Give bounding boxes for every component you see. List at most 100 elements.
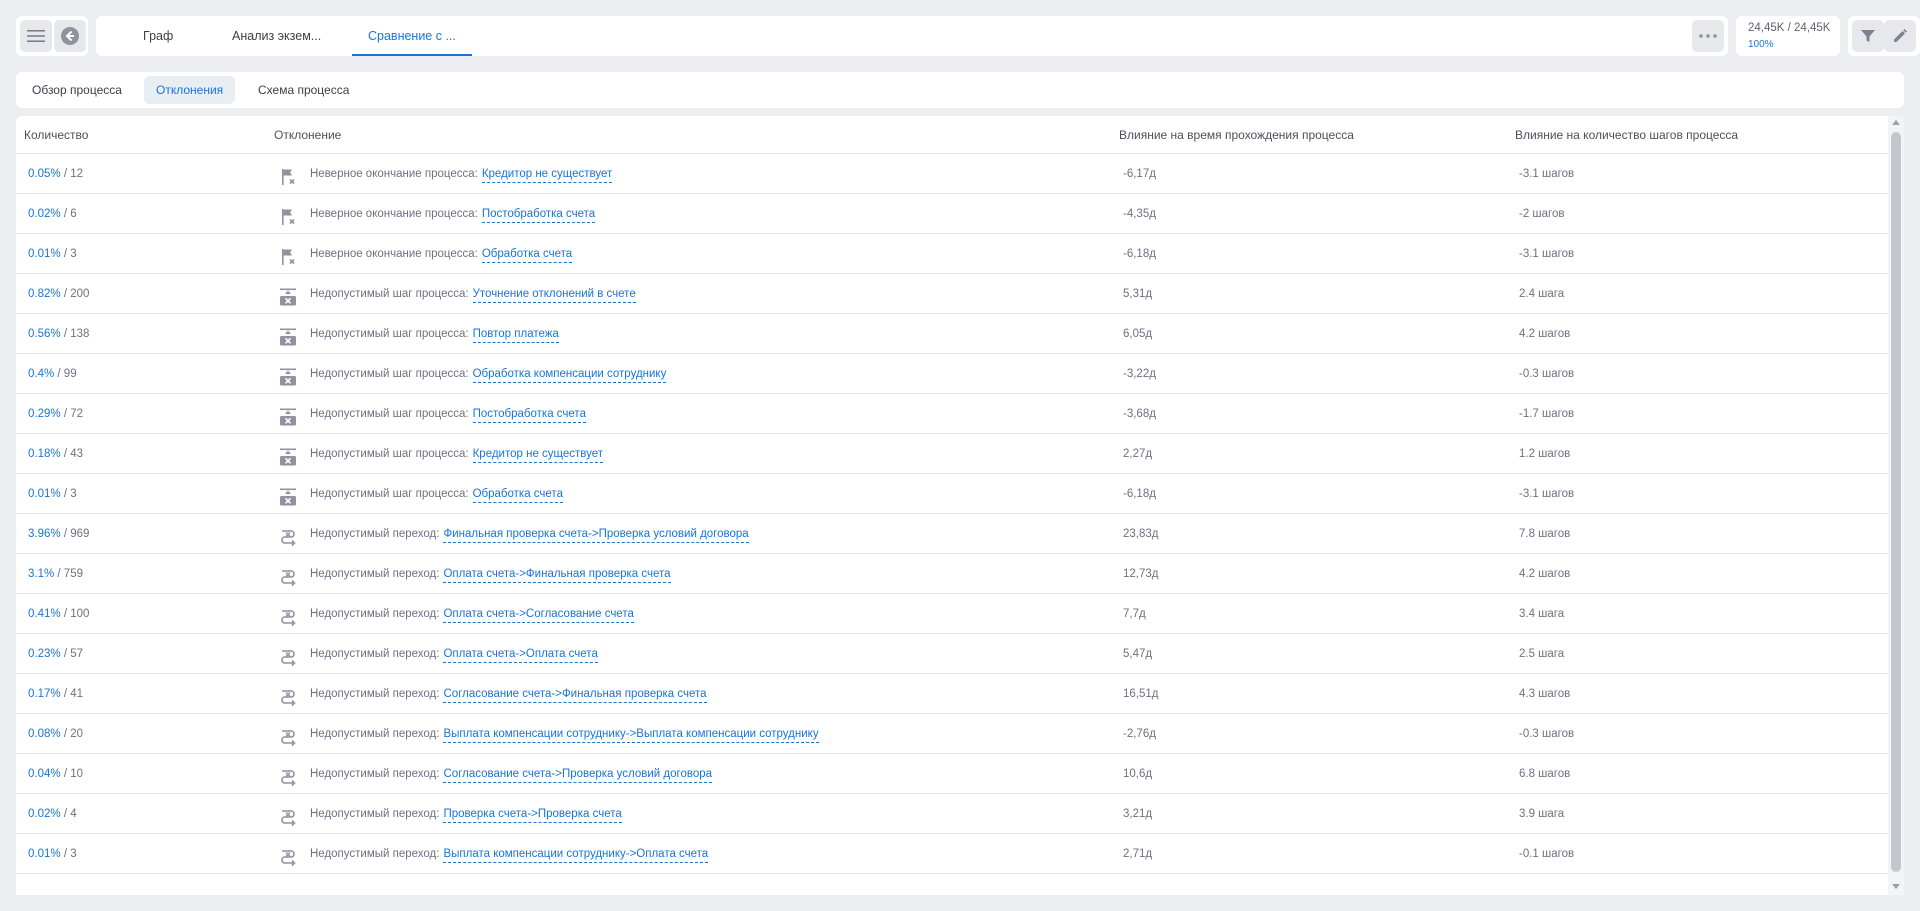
- time-impact-cell: 12,73д: [1123, 568, 1159, 580]
- vertical-scrollbar[interactable]: [1888, 116, 1904, 895]
- count-value: / 3: [63, 488, 77, 500]
- deviation-link[interactable]: Проверка счета->Проверка счета: [443, 807, 622, 823]
- filter-button[interactable]: [1852, 20, 1884, 52]
- deviation-link[interactable]: Повтор платежа: [472, 327, 559, 343]
- percent-value[interactable]: 0.02%: [28, 808, 61, 820]
- percent-value[interactable]: 3.96%: [28, 528, 61, 540]
- deviation-type: Недопустимый шаг процесса:: [310, 448, 469, 460]
- back-button[interactable]: [54, 20, 86, 52]
- deviation-link[interactable]: Постобработка счета: [472, 407, 586, 423]
- flag-x-icon: [278, 244, 298, 265]
- table-row[interactable]: 0.18% / 43 Недопустимый шаг процесса: Кред…: [16, 434, 1888, 474]
- time-impact-cell: -6,18д: [1123, 488, 1156, 500]
- tab-graph[interactable]: Граф: [143, 16, 173, 56]
- edit-button[interactable]: [1884, 20, 1916, 52]
- percent-value[interactable]: 0.29%: [28, 408, 61, 420]
- pencil-icon: [1894, 29, 1907, 42]
- percent-value[interactable]: 0.08%: [28, 728, 61, 740]
- column-header-time-impact[interactable]: Влияние на время прохождения процесса: [1119, 116, 1354, 154]
- deviation-link[interactable]: Обработка счета: [472, 487, 563, 503]
- column-header-count[interactable]: Количество: [24, 116, 88, 154]
- deviations-table: Количество Отклонение Влияние на время п…: [16, 116, 1904, 895]
- scroll-down-arrow[interactable]: [1892, 884, 1900, 889]
- more-button[interactable]: [1692, 20, 1724, 52]
- deviation-link[interactable]: Кредитор не существует: [481, 167, 613, 183]
- column-header-steps-impact[interactable]: Влияние на количество шагов процесса: [1515, 116, 1738, 154]
- table-row[interactable]: 0.01% / 3 Недопустимый шаг процесса: Обраб…: [16, 474, 1888, 514]
- steps-impact-cell: -2 шагов: [1519, 208, 1565, 220]
- deviation-link[interactable]: Кредитор не существует: [472, 447, 604, 463]
- deviation-link[interactable]: Оплата счета->Оплата счета: [443, 647, 598, 663]
- table-row[interactable]: 0.02% / 4 Недопустимый переход: Проверка с…: [16, 794, 1888, 834]
- subtab-process-overview[interactable]: Обзор процесса: [20, 76, 134, 104]
- arrow-left-icon: [61, 27, 79, 45]
- step-x-icon: [278, 484, 298, 506]
- table-row[interactable]: 0.01% / 3 Неверное окончание процесса: Обр…: [16, 234, 1888, 274]
- tools: [1848, 16, 1920, 56]
- table-row[interactable]: 0.05% / 12 Неверное окончание процесса: Кр…: [16, 154, 1888, 194]
- table-row[interactable]: 0.17% / 41 Недопустимый переход: Согласова…: [16, 674, 1888, 714]
- percent-value[interactable]: 0.82%: [28, 288, 61, 300]
- tab-instance-analysis[interactable]: Анализ экзем...: [232, 16, 321, 56]
- percent-value[interactable]: 0.02%: [28, 208, 61, 220]
- percent-value[interactable]: 0.05%: [28, 168, 61, 180]
- steps-impact-cell: -0.1 шагов: [1519, 848, 1575, 860]
- count-value: / 10: [63, 768, 83, 780]
- deviation-type: Неверное окончание процесса:: [310, 168, 478, 180]
- table-row[interactable]: 0.02% / 6 Неверное окончание процесса: Пос…: [16, 194, 1888, 234]
- table-row[interactable]: 0.56% / 138 Недопустимый шаг процесса: Пов…: [16, 314, 1888, 354]
- count-cell: 0.56% / 138: [28, 314, 89, 354]
- table-row[interactable]: 0.08% / 20 Недопустимый переход: Выплата к…: [16, 714, 1888, 754]
- deviation-link[interactable]: Выплата компенсации сотруднику->Выплата …: [443, 727, 819, 743]
- transition-x-icon: [278, 844, 298, 867]
- table-row[interactable]: 0.82% / 200 Недопустимый шаг процесса: Уто…: [16, 274, 1888, 314]
- count-cell: 0.01% / 3: [28, 234, 77, 274]
- subtab-process-scheme[interactable]: Схема процесса: [246, 76, 361, 104]
- percent-value[interactable]: 0.18%: [28, 448, 61, 460]
- table-body: 0.05% / 12 Неверное окончание процесса: Кр…: [16, 154, 1888, 874]
- deviation-link[interactable]: Финальная проверка счета->Проверка услов…: [443, 527, 749, 543]
- table-row[interactable]: 3.96% / 969 Недопустимый переход: Финальна…: [16, 514, 1888, 554]
- deviation-link[interactable]: Уточнение отклонений в счете: [472, 287, 636, 303]
- steps-impact-cell: 6.8 шагов: [1519, 768, 1571, 780]
- deviation-type: Недопустимый переход:: [310, 608, 440, 620]
- percent-value[interactable]: 3.1%: [28, 568, 54, 580]
- deviation-link[interactable]: Постобработка счета: [481, 207, 596, 223]
- percent-value[interactable]: 0.4%: [28, 368, 54, 380]
- deviation-cell: Недопустимый шаг процесса: Обработка комп…: [310, 354, 667, 394]
- table-row[interactable]: 0.04% / 10 Недопустимый переход: Согласова…: [16, 754, 1888, 794]
- percent-value[interactable]: 0.01%: [28, 488, 61, 500]
- deviation-link[interactable]: Согласование счета->Проверка условий дог…: [443, 767, 713, 783]
- table-row[interactable]: 0.4% / 99 Недопустимый шаг процесса: Обраб…: [16, 354, 1888, 394]
- percent-value[interactable]: 0.41%: [28, 608, 61, 620]
- deviation-link[interactable]: Обработка компенсации сотруднику: [472, 367, 667, 383]
- subtab-deviations[interactable]: Отклонения: [144, 76, 236, 104]
- percent-value[interactable]: 0.17%: [28, 688, 61, 700]
- steps-impact-cell: 2.4 шага: [1519, 288, 1565, 300]
- tab-comparison[interactable]: Сравнение с ...: [352, 16, 472, 56]
- table-header: Количество Отклонение Влияние на время п…: [16, 116, 1888, 154]
- table-row[interactable]: 0.41% / 100 Недопустимый переход: Оплата с…: [16, 594, 1888, 634]
- percent-value[interactable]: 0.01%: [28, 248, 61, 260]
- table-row[interactable]: 0.01% / 3 Недопустимый переход: Выплата ко…: [16, 834, 1888, 874]
- deviation-cell: Недопустимый шаг процесса: Уточнение откл…: [310, 274, 636, 314]
- percent-value[interactable]: 0.01%: [28, 848, 61, 860]
- count-cell: 0.08% / 20: [28, 714, 83, 754]
- deviation-link[interactable]: Согласование счета->Финальная проверка с…: [443, 687, 707, 703]
- scroll-thumb[interactable]: [1891, 132, 1901, 872]
- deviation-link[interactable]: Оплата счета->Финальная проверка счета: [443, 567, 671, 583]
- steps-impact-cell: -0.3 шагов: [1519, 368, 1575, 380]
- table-row[interactable]: 0.29% / 72 Недопустимый шаг процесса: Пост…: [16, 394, 1888, 434]
- menu-button[interactable]: [20, 20, 52, 52]
- table-row[interactable]: 3.1% / 759 Недопустимый переход: Оплата сч…: [16, 554, 1888, 594]
- column-header-deviation[interactable]: Отклонение: [274, 116, 341, 154]
- deviation-link[interactable]: Выплата компенсации сотруднику->Оплата с…: [443, 847, 709, 863]
- deviation-type: Неверное окончание процесса:: [310, 248, 478, 260]
- percent-value[interactable]: 0.56%: [28, 328, 61, 340]
- deviation-link[interactable]: Оплата счета->Согласование счета: [443, 607, 634, 623]
- percent-value[interactable]: 0.23%: [28, 648, 61, 660]
- scroll-up-arrow[interactable]: [1892, 120, 1900, 125]
- table-row[interactable]: 0.23% / 57 Недопустимый переход: Оплата сч…: [16, 634, 1888, 674]
- deviation-link[interactable]: Обработка счета: [481, 247, 573, 263]
- percent-value[interactable]: 0.04%: [28, 768, 61, 780]
